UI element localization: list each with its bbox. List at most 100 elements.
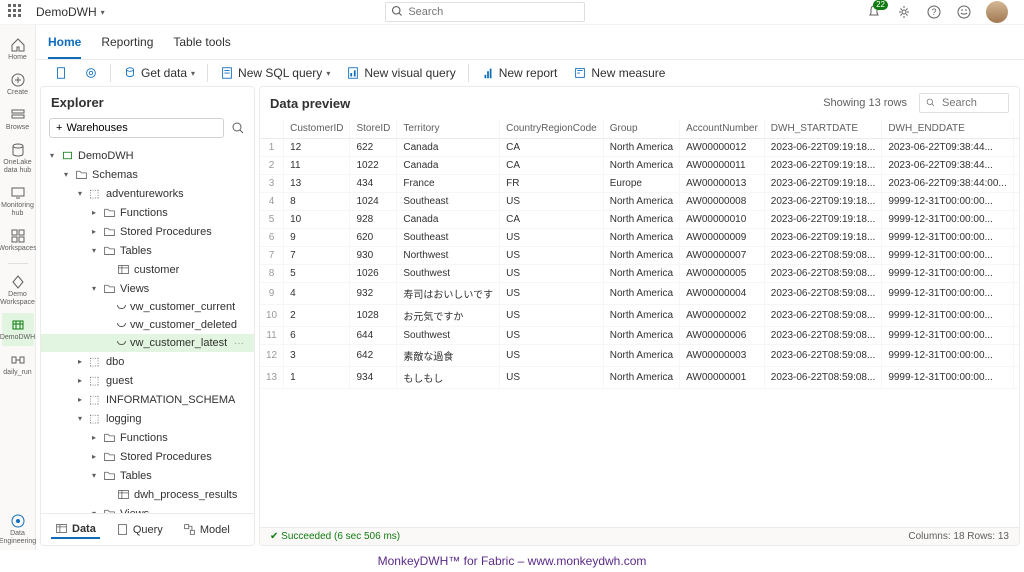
tree-dbo[interactable]: ▸⬚dbo [41,352,254,371]
table-cell: 2023-06-22T09:38:44:00... [882,175,1013,193]
tree-log-procs[interactable]: ▸Stored Procedures [41,447,254,466]
table-cell: US [500,367,604,389]
tree-view-latest[interactable]: vw_customer_latest··· [41,334,254,352]
btmtab-query[interactable]: Query [112,520,167,539]
cmd-new-report[interactable]: New report [475,64,564,82]
workspace-dropdown[interactable]: DemoDWH ▾ [36,5,105,19]
table-row[interactable]: 510928CanadaCANorth AmericaAW00000010202… [260,211,1019,229]
table-row[interactable]: 94932寿司はおいしいですUSNorth AmericaAW000000042… [260,283,1019,305]
cmd-new-sql[interactable]: New SQL query▾ [214,64,336,82]
tree-table-customer[interactable]: customer [41,260,254,279]
tree-views[interactable]: ▾Views [41,279,254,298]
table-cell: 932 [350,283,397,305]
cmd-settings[interactable] [78,64,104,82]
table-row[interactable]: 116644SouthwestUSNorth AmericaAW00000006… [260,327,1019,345]
tree-warehouse[interactable]: ▾DemoDWH [41,146,254,165]
column-header[interactable]: DWH_ENDDATE [882,119,1013,139]
table-row[interactable]: 131934もしもしUSNorth AmericaAW000000012023-… [260,367,1019,389]
table-row[interactable]: 123642素敵な過食USNorth AmericaAW000000032023… [260,345,1019,367]
cmd-new-visual[interactable]: New visual query [340,64,461,82]
caret-right-icon: ▸ [89,452,99,462]
rail-browse[interactable]: Browse [2,103,34,136]
tab-reporting[interactable]: Reporting [101,29,153,59]
rail-data-engineering[interactable]: Data Engineering [2,509,34,550]
user-avatar[interactable] [986,1,1008,23]
settings-icon[interactable] [896,4,912,20]
rail-dailyrun[interactable]: daily_run [2,348,34,381]
table-cell: 5 [284,265,350,283]
table-row[interactable]: 2111022CanadaCANorth AmericaAW0000001120… [260,157,1019,175]
notifications-icon[interactable]: 22 [866,4,882,20]
cmd-get-data[interactable]: Get data▾ [117,64,201,82]
search-icon[interactable] [230,120,246,136]
column-header[interactable]: Group [603,119,679,139]
column-header[interactable]: DWH_STARTDATE [764,119,882,139]
cmd-paste[interactable] [48,64,74,82]
folder-icon [103,282,116,295]
rail-home[interactable]: Home [2,33,34,66]
table-cell: 9 [284,229,350,247]
table-cell: True [1013,247,1019,265]
table-cell: 930 [350,247,397,265]
tree-stored-procs[interactable]: ▸Stored Procedures [41,222,254,241]
column-header[interactable]: CountryRegionCode [500,119,604,139]
rail-demo-workspace[interactable]: Demo Workspace [2,270,34,311]
table-cell: North America [603,327,679,345]
tree-adventureworks[interactable]: ▾⬚adventureworks [41,184,254,203]
tab-home[interactable]: Home [48,29,81,59]
tree-logging[interactable]: ▾⬚logging [41,409,254,428]
table-row[interactable]: 481024SoutheastUSNorth AmericaAW00000008… [260,193,1019,211]
tree-info-schema[interactable]: ▸⬚INFORMATION_SCHEMA [41,390,254,409]
tree-view-deleted[interactable]: vw_customer_deleted [41,316,254,334]
rail-create[interactable]: Create [2,68,34,101]
column-header[interactable]: StoreID [350,119,397,139]
table-cell: 2023-06-22T09:38:44... [882,139,1013,157]
tree-log-functions[interactable]: ▸Functions [41,428,254,447]
ribbon-commands: Get data▾ New SQL query▾ New visual quer… [36,60,1024,86]
table-cell: CA [500,139,604,157]
tree-log-tables[interactable]: ▾Tables [41,466,254,485]
table-row[interactable]: 69620SoutheastUSNorth AmericaAW000000092… [260,229,1019,247]
table-cell: 8 [284,193,350,211]
table-row[interactable]: 112622CanadaCANorth AmericaAW00000012202… [260,139,1019,157]
table-cell: Canada [397,157,500,175]
table-cell: 13 [284,175,350,193]
apps-icon[interactable] [8,4,24,20]
rail-demodwh[interactable]: DemoDWH [2,313,34,346]
table-row[interactable]: 313434FranceFREuropeAW000000132023-06-22… [260,175,1019,193]
help-icon[interactable]: ? [926,4,942,20]
tree-tables[interactable]: ▾Tables [41,241,254,260]
column-header[interactable]: DWH_ISCURRENT [1013,119,1019,139]
search-input[interactable] [385,2,585,22]
rail-monitoring[interactable]: Monitoring hub [2,181,34,222]
folder-icon [103,450,116,463]
table-cell: 2023-06-22T09:19:18... [764,229,882,247]
tree-guest[interactable]: ▸⬚guest [41,371,254,390]
feedback-icon[interactable] [956,4,972,20]
tree-schemas[interactable]: ▾Schemas [41,165,254,184]
tree-log-tbl[interactable]: dwh_process_results [41,485,254,504]
btmtab-data[interactable]: Data [51,520,100,539]
rail-onelake[interactable]: OneLake data hub [2,138,34,179]
tree-view-current[interactable]: vw_customer_current [41,298,254,316]
rail-workspaces[interactable]: Workspaces [2,224,34,257]
table-cell: North America [603,367,679,389]
tree-functions[interactable]: ▸Functions [41,203,254,222]
column-header[interactable]: CustomerID [284,119,350,139]
btmtab-model[interactable]: Model [179,520,234,539]
table-row[interactable]: 851026SouthwestUSNorth AmericaAW00000005… [260,265,1019,283]
data-table-wrap[interactable]: CustomerIDStoreIDTerritoryCountryRegionC… [260,119,1019,527]
table-row[interactable]: 1021028お元気ですかUSNorth AmericaAW0000000220… [260,305,1019,327]
explorer-tree: ▾DemoDWH ▾Schemas ▾⬚adventureworks ▸Func… [41,146,254,513]
cmd-new-measure[interactable]: New measure [567,64,671,82]
warehouses-button[interactable]: + Warehouses [49,118,224,138]
table-cell: North America [603,211,679,229]
more-icon[interactable]: ··· [230,338,248,349]
column-header[interactable]: Territory [397,119,500,139]
table-cell: 10 [284,211,350,229]
table-row[interactable]: 77930NorthwestUSNorth AmericaAW000000072… [260,247,1019,265]
tree-log-views[interactable]: ▾Views [41,504,254,513]
column-header[interactable]: AccountNumber [680,119,765,139]
tab-table-tools[interactable]: Table tools [173,29,230,59]
caret-down-icon: ▾ [61,170,71,180]
